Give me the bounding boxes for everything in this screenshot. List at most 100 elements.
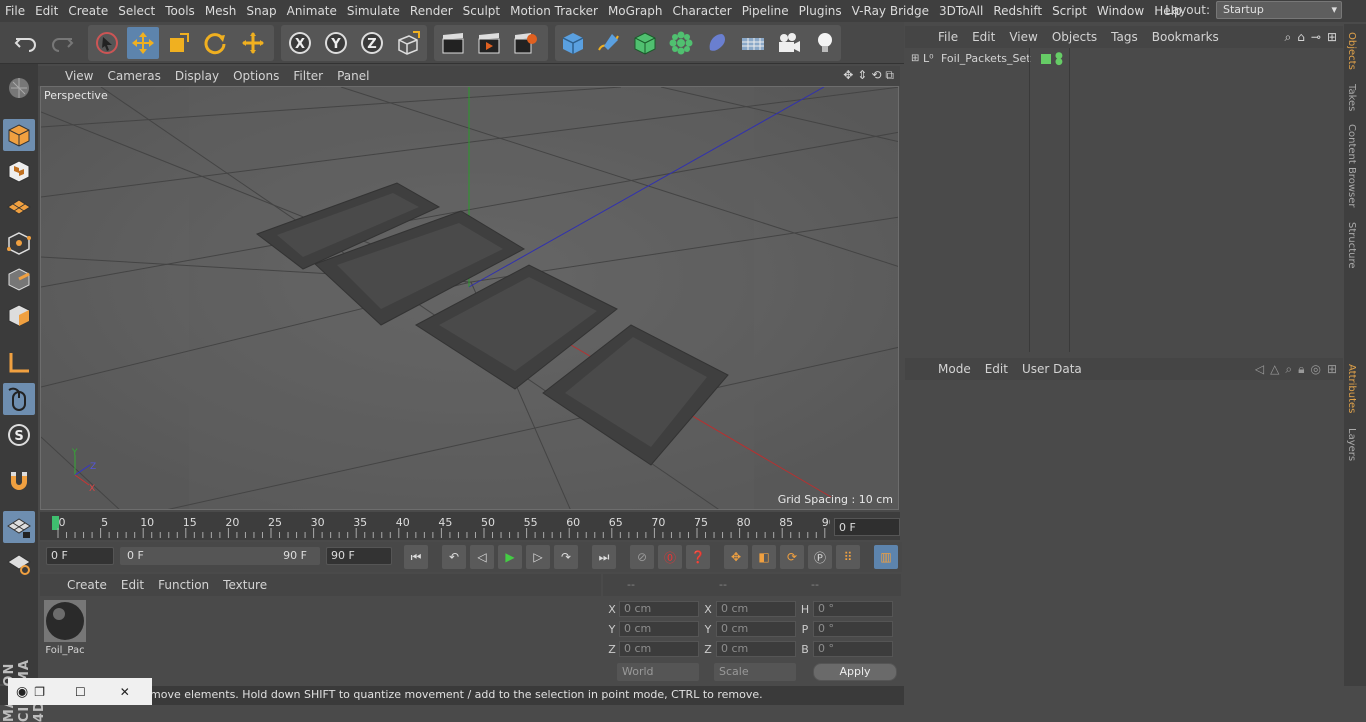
material-menu-texture[interactable]: Texture: [216, 578, 274, 592]
menu-motion-tracker[interactable]: Motion Tracker: [505, 0, 603, 22]
floor-button[interactable]: [737, 27, 769, 59]
polygon-mode-button[interactable]: [3, 299, 35, 331]
search-icon[interactable]: ⌕: [1285, 30, 1292, 45]
material-menu-function[interactable]: Function: [151, 578, 216, 592]
position-y-field[interactable]: 0 cm: [619, 621, 699, 637]
maximize-icon[interactable]: ⧉: [885, 68, 894, 83]
timeline-ruler[interactable]: 0 5 10 15 20 25 30 35 40 45 50 55 60 65 70 75 80 85 90: [40, 512, 900, 540]
lock-icon[interactable]: 🔒︎: [1298, 362, 1304, 377]
position-x-field[interactable]: 0 cm: [619, 601, 699, 617]
axis-mode-button[interactable]: [3, 347, 35, 379]
frame-range-slider[interactable]: 0 F 90 F: [120, 547, 320, 565]
menu-script[interactable]: Script: [1047, 0, 1092, 22]
key-scale-button[interactable]: ◧: [752, 545, 776, 569]
new-window-icon[interactable]: ⊞: [1327, 30, 1337, 45]
restore-icon[interactable]: ❐: [34, 685, 45, 699]
tab-content-browser[interactable]: Content Browser: [1346, 124, 1357, 207]
object-menu-bookmarks[interactable]: Bookmarks: [1145, 30, 1226, 44]
3d-viewport[interactable]: Y Z X Perspective Grid Spacing : 10 cm: [40, 86, 899, 510]
menu-render[interactable]: Render: [405, 0, 458, 22]
render-picture-viewer-button[interactable]: [473, 27, 505, 59]
menu-pipeline[interactable]: Pipeline: [737, 0, 794, 22]
tweak-mode-button[interactable]: [3, 383, 35, 415]
menu-mograph[interactable]: MoGraph: [603, 0, 668, 22]
deformer-button[interactable]: [701, 27, 733, 59]
menu-simulate[interactable]: Simulate: [342, 0, 405, 22]
live-selection-button[interactable]: [91, 27, 123, 59]
point-mode-button[interactable]: [3, 227, 35, 259]
visibility-dots-icon[interactable]: ● ●: [1055, 51, 1063, 66]
object-menu-edit[interactable]: Edit: [965, 30, 1002, 44]
menu-mesh[interactable]: Mesh: [200, 0, 242, 22]
viewport-menu-display[interactable]: Display: [168, 69, 226, 83]
material-menu-edit[interactable]: Edit: [114, 578, 151, 592]
menu-character[interactable]: Character: [667, 0, 736, 22]
menu-tools[interactable]: Tools: [160, 0, 200, 22]
key-pla-button[interactable]: ⠿: [836, 545, 860, 569]
cube-button[interactable]: [557, 27, 589, 59]
material-swatch[interactable]: Foil_Pac: [44, 600, 86, 658]
expand-icon[interactable]: ⊞: [911, 53, 923, 64]
orbit-icon[interactable]: ⟲: [871, 68, 881, 83]
object-menu-view[interactable]: View: [1002, 30, 1044, 44]
end-frame-field[interactable]: 90 F: [326, 547, 392, 565]
cloner-button[interactable]: [665, 27, 697, 59]
prev-key-button[interactable]: ↶: [442, 545, 466, 569]
timeline-window-button[interactable]: ▥: [874, 545, 898, 569]
object-row[interactable]: ⊞ L⁰ Foil_Packets_Set ● ●: [911, 51, 1063, 66]
tab-attributes[interactable]: Attributes: [1346, 364, 1357, 413]
close-icon[interactable]: ✕: [120, 685, 130, 699]
menu-3dtoall[interactable]: 3DToAll: [934, 0, 988, 22]
tab-objects[interactable]: Objects: [1346, 32, 1357, 70]
maximize-window-icon[interactable]: ☐: [75, 685, 86, 699]
move-tool-button[interactable]: [127, 27, 159, 59]
next-frame-button[interactable]: ▷: [526, 545, 550, 569]
y-axis-button[interactable]: Y: [320, 27, 352, 59]
back-arrow-icon[interactable]: ◁: [1255, 362, 1264, 377]
pen-spline-button[interactable]: [593, 27, 625, 59]
autokey-button[interactable]: ⓪: [658, 545, 682, 569]
menu-edit[interactable]: Edit: [30, 0, 63, 22]
current-frame-field[interactable]: 0 F: [834, 518, 900, 536]
layer-color-tag[interactable]: [1041, 53, 1051, 64]
render-settings-button[interactable]: [509, 27, 541, 59]
home-icon[interactable]: ⌂: [1297, 30, 1305, 45]
attribute-menu-edit[interactable]: Edit: [978, 362, 1015, 376]
x-axis-button[interactable]: X: [284, 27, 316, 59]
menu-file[interactable]: File: [0, 0, 30, 22]
tab-takes[interactable]: Takes: [1346, 84, 1357, 111]
menu-sculpt[interactable]: Sculpt: [458, 0, 505, 22]
go-to-start-button[interactable]: ⏮: [404, 545, 428, 569]
menu-vray-bridge[interactable]: V-Ray Bridge: [847, 0, 934, 22]
up-arrow-icon[interactable]: △: [1270, 362, 1279, 377]
key-position-button[interactable]: ✥: [724, 545, 748, 569]
make-editable-button[interactable]: [3, 72, 35, 104]
scale-tool-button[interactable]: [163, 27, 195, 59]
size-x-field[interactable]: 0 cm: [716, 601, 796, 617]
workplane-button[interactable]: [3, 191, 35, 223]
viewport-menu-cameras[interactable]: Cameras: [100, 69, 167, 83]
solo-button[interactable]: S: [3, 419, 35, 451]
position-z-field[interactable]: 0 cm: [619, 641, 699, 657]
viewport-menu-view[interactable]: View: [58, 69, 100, 83]
object-name[interactable]: Foil_Packets_Set: [941, 52, 1031, 65]
attribute-menu-user-data[interactable]: User Data: [1015, 362, 1089, 376]
coordinate-mode-dropdown[interactable]: Scale: [714, 663, 796, 681]
edge-mode-button[interactable]: [3, 263, 35, 295]
camera-button[interactable]: [773, 27, 805, 59]
rotation-p-field[interactable]: 0 °: [813, 621, 893, 637]
layout-select[interactable]: Startup: [1216, 1, 1342, 19]
workplane-lock-button[interactable]: [3, 511, 35, 543]
zoom-icon[interactable]: ⇕: [857, 68, 867, 83]
start-frame-field[interactable]: 0 F: [46, 547, 114, 565]
attribute-menu-mode[interactable]: Mode: [931, 362, 978, 376]
rotation-h-field[interactable]: 0 °: [813, 601, 893, 617]
tab-structure[interactable]: Structure: [1346, 222, 1357, 269]
viewport-menu-filter[interactable]: Filter: [286, 69, 330, 83]
texture-mode-button[interactable]: [3, 155, 35, 187]
material-menu-create[interactable]: Create: [60, 578, 114, 592]
rotate-tool-button[interactable]: [199, 27, 231, 59]
keyframe-selection-button[interactable]: ❓: [686, 545, 710, 569]
key-parameter-button[interactable]: Ⓟ: [808, 545, 832, 569]
locked-workplane-button[interactable]: [3, 547, 35, 579]
